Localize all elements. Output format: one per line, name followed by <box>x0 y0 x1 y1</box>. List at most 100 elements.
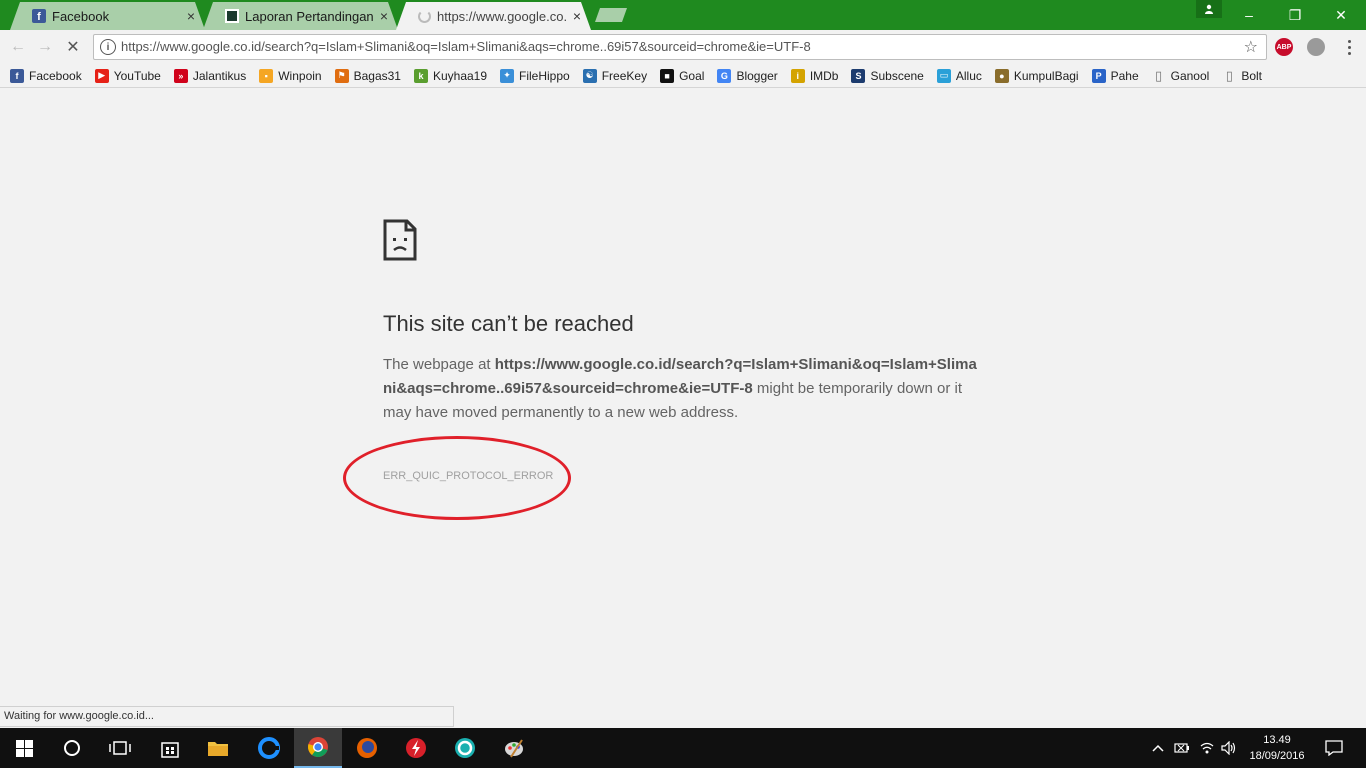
notification-icon <box>1325 740 1343 756</box>
bookmark-label: Subscene <box>870 68 924 83</box>
app-teal[interactable] <box>441 728 489 768</box>
subscene-icon: S <box>851 68 866 83</box>
folder-icon <box>208 742 228 756</box>
store-icon <box>161 742 179 758</box>
start-button[interactable] <box>0 728 48 768</box>
page-favicon-icon <box>225 9 239 23</box>
palette-icon <box>505 739 523 758</box>
wifi-indicator[interactable] <box>1199 728 1215 768</box>
wifi-icon <box>1200 742 1214 754</box>
bookmark-kumpulbagi[interactable]: ● KumpulBagi <box>994 68 1079 83</box>
system-clock[interactable]: 13.49 18/09/2016 <box>1240 732 1314 764</box>
chrome-app[interactable] <box>294 728 342 768</box>
freekey-icon: ☯ <box>582 68 597 83</box>
new-tab-button[interactable] <box>595 8 627 22</box>
bookmark-freekey[interactable]: ☯ FreeKey <box>582 68 648 83</box>
bookmark-label: Alluc <box>955 68 982 83</box>
bookmark-label: KumpulBagi <box>1013 68 1079 83</box>
bookmark-alluc[interactable]: ▭ Alluc <box>936 68 982 83</box>
address-bar-url[interactable]: https://www.google.co.id/search?q=Islam+… <box>121 39 811 54</box>
jalantikus-icon: » <box>173 68 188 83</box>
bookmark-label: Jalantikus <box>192 68 247 83</box>
tab-close-button[interactable]: × <box>380 8 388 24</box>
restore-button[interactable]: ❐ <box>1272 0 1318 30</box>
firefox-app[interactable] <box>343 728 391 768</box>
google-icon: G <box>717 68 732 83</box>
error-text-prefix: The webpage at <box>383 356 495 373</box>
search-button[interactable] <box>48 728 96 768</box>
back-button[interactable]: ← <box>7 37 29 57</box>
tab-facebook[interactable]: f Facebook × <box>10 2 205 30</box>
bookmark-bagas31[interactable]: ⚑ Bagas31 <box>334 68 401 83</box>
bookmark-filehippo[interactable]: ✦ FileHippo <box>500 68 570 83</box>
clock-time: 13.49 <box>1263 734 1291 746</box>
task-view-icon <box>109 741 131 755</box>
bookmark-label: Goal <box>679 68 705 83</box>
file-explorer-app[interactable] <box>194 728 242 768</box>
site-info-icon[interactable]: i <box>100 39 116 55</box>
paint-app[interactable] <box>490 728 538 768</box>
extension-icon[interactable] <box>1307 38 1325 56</box>
edge-icon <box>258 737 280 759</box>
chrome-menu-icon[interactable] <box>1343 38 1355 56</box>
page-icon: ▯ <box>1225 67 1233 83</box>
stop-button[interactable]: ✕ <box>62 37 84 57</box>
bookmark-label: Pahe <box>1110 68 1139 83</box>
bookmark-bolt[interactable]: ▯ Bolt <box>1222 67 1263 83</box>
bookmark-jalantikus[interactable]: » Jalantikus <box>173 68 247 83</box>
speaker-icon <box>1221 741 1236 755</box>
edge-app[interactable] <box>245 728 293 768</box>
imdb-icon: i <box>790 68 805 83</box>
battery-indicator[interactable] <box>1174 728 1190 768</box>
bookmark-label: Bagas31 <box>353 68 401 83</box>
bookmark-goal[interactable]: ■ Goal <box>660 68 705 83</box>
kumpulbagi-icon: ● <box>994 68 1009 83</box>
cortana-icon <box>64 740 80 756</box>
bookmark-ganool[interactable]: ▯ Ganool <box>1152 68 1209 83</box>
goal-icon: ■ <box>660 68 675 83</box>
loading-spinner-icon <box>418 9 431 23</box>
show-hidden-icons-button[interactable] <box>1152 728 1164 768</box>
task-view-button[interactable] <box>96 728 144 768</box>
store-app[interactable] <box>146 728 194 768</box>
battery-icon <box>1174 743 1189 753</box>
browser-toolbar: ← → ✕ i https://www.google.co.id/search?… <box>0 30 1366 64</box>
youtube-icon: ▶ <box>94 68 109 83</box>
tab-laporan[interactable]: Laporan Pertandingan Le × <box>203 2 398 30</box>
tab-close-button[interactable]: × <box>187 8 195 24</box>
adblock-plus-icon[interactable]: ABP <box>1275 38 1293 56</box>
windows-logo-icon <box>15 739 33 757</box>
bookmark-pahe[interactable]: P Pahe <box>1091 68 1139 83</box>
bookmark-star-icon[interactable]: ☆ <box>1244 37 1258 57</box>
page-content: This site can’t be reached The webpage a… <box>0 89 1366 727</box>
sad-page-icon <box>383 219 417 261</box>
address-bar[interactable]: i https://www.google.co.id/search?q=Isla… <box>93 34 1267 60</box>
minimize-button[interactable]: – <box>1226 0 1272 30</box>
filehippo-icon: ✦ <box>500 68 515 83</box>
action-center-button[interactable] <box>1325 728 1343 768</box>
volume-indicator[interactable] <box>1221 728 1237 768</box>
pahe-icon: P <box>1091 68 1106 83</box>
bookmark-winpoin[interactable]: ▪ Winpoin <box>259 68 322 83</box>
bookmark-youtube[interactable]: ▶ YouTube <box>94 68 161 83</box>
highlight-ellipse <box>343 436 571 520</box>
bookmark-subscene[interactable]: S Subscene <box>851 68 924 83</box>
bookmark-label: FreeKey <box>601 68 648 83</box>
chevron-up-icon <box>1152 744 1164 752</box>
close-window-button[interactable]: ✕ <box>1318 0 1364 30</box>
bookmark-kuyhaa19[interactable]: k Kuyhaa19 <box>413 68 487 83</box>
bookmark-imdb[interactable]: i IMDb <box>790 68 838 83</box>
bookmark-blogger[interactable]: G Blogger <box>717 68 778 83</box>
chrome-icon <box>308 737 328 757</box>
teal-app-icon <box>455 738 475 758</box>
status-bar: Waiting for www.google.co.id... <box>0 706 454 727</box>
app-red[interactable] <box>392 728 440 768</box>
tab-close-button[interactable]: × <box>573 8 581 24</box>
tab-google[interactable]: https://www.google.co.id × <box>396 2 591 30</box>
profile-icon[interactable] <box>1196 0 1222 18</box>
bookmark-label: Bolt <box>1241 68 1263 83</box>
error-title: This site can’t be reached <box>383 311 634 336</box>
forward-button[interactable]: → <box>34 37 56 57</box>
bookmark-facebook[interactable]: f Facebook <box>10 68 82 83</box>
kuyhaa-icon: k <box>413 68 428 83</box>
